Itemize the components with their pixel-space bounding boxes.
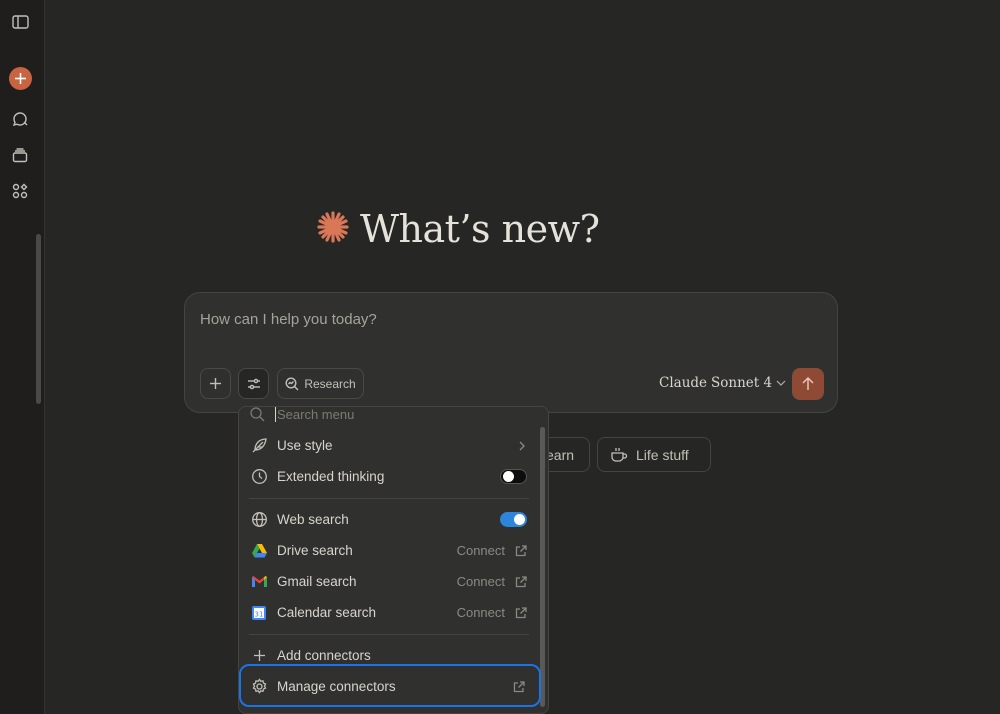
projects-icon[interactable] — [8, 143, 32, 167]
chats-icon[interactable] — [8, 107, 32, 131]
connect-link[interactable]: Connect — [457, 597, 527, 628]
feather-icon — [250, 437, 268, 455]
connect-label: Connect — [456, 574, 505, 589]
plus-icon — [210, 378, 221, 389]
research-label: Research — [304, 376, 356, 391]
menu-item-web-search[interactable]: Web search — [239, 504, 539, 535]
menu-search[interactable]: Search menu — [249, 407, 354, 425]
model-brand: Claude — [659, 375, 708, 391]
menu-item-label: Drive search — [277, 543, 353, 558]
external-link-icon — [515, 544, 527, 556]
menu-item-label: Calendar search — [277, 605, 377, 620]
menu-item-label: Use style — [277, 438, 333, 453]
arrow-up-icon — [802, 377, 814, 390]
artifacts-icon[interactable] — [8, 179, 32, 203]
menu-divider — [249, 498, 529, 499]
menu-item-drive-search[interactable]: Drive search Connect — [239, 535, 539, 566]
search-icon — [250, 407, 265, 422]
send-button[interactable] — [792, 368, 824, 400]
research-icon — [285, 376, 299, 390]
model-name: Sonnet 4 — [711, 375, 773, 391]
connect-link[interactable]: Connect — [457, 566, 527, 597]
page-title: What’s new? — [360, 207, 600, 251]
prompt-input[interactable]: How can I help you today? — [200, 311, 377, 328]
sliders-icon — [247, 378, 260, 389]
connect-label: Connect — [456, 605, 505, 620]
gmail-icon — [250, 573, 268, 591]
chevron-right-icon — [519, 430, 525, 461]
chevron-down-icon — [776, 380, 786, 386]
menu-item-extended-thinking[interactable]: Extended thinking — [239, 461, 539, 492]
menu-item-use-style[interactable]: Use style — [239, 430, 539, 461]
sidebar-scrollbar[interactable] — [36, 234, 41, 404]
external-link-icon — [515, 575, 527, 587]
google-drive-icon — [250, 542, 268, 560]
model-selector[interactable]: Claude Sonnet 4 — [659, 375, 786, 391]
menu-item-label: Add connectors — [277, 648, 371, 663]
sidebar — [0, 0, 45, 714]
menu-item-gmail-search[interactable]: Gmail search Connect — [239, 566, 539, 597]
menu-item-calendar-search[interactable]: 31 Calendar search Connect — [239, 597, 539, 628]
claude-logo-icon — [316, 210, 350, 249]
menu-item-label: Extended thinking — [277, 469, 385, 484]
connect-link[interactable]: Connect — [457, 535, 527, 566]
globe-icon — [250, 511, 268, 529]
external-link-icon — [515, 606, 527, 618]
menu-search-input[interactable]: Search menu — [275, 407, 354, 422]
menu-scrollbar[interactable] — [540, 427, 545, 707]
research-button[interactable]: Research — [277, 368, 364, 399]
google-calendar-icon: 31 — [250, 604, 268, 622]
chip-label: earn — [546, 446, 575, 463]
menu-item-label: Web search — [277, 512, 349, 527]
add-content-button[interactable] — [200, 368, 231, 399]
chip-label: Life stuff — [636, 446, 689, 463]
plus-icon — [250, 647, 268, 665]
tools-button[interactable] — [238, 368, 269, 399]
toggle-sidebar-icon[interactable] — [8, 10, 32, 34]
connect-label: Connect — [456, 543, 505, 558]
menu-item-label: Gmail search — [277, 574, 357, 589]
greeting: What’s new? — [316, 203, 600, 255]
web-search-toggle[interactable] — [500, 512, 527, 527]
svg-text:31: 31 — [255, 610, 264, 618]
prompt-box: How can I help you today? Research Claud… — [184, 292, 838, 413]
extended-thinking-toggle[interactable] — [500, 469, 527, 484]
manage-connectors-highlight — [239, 664, 541, 707]
new-chat-button[interactable] — [9, 67, 32, 90]
menu-divider — [249, 634, 529, 635]
chip-life-stuff[interactable]: Life stuff — [597, 437, 711, 472]
coffee-icon — [611, 447, 628, 462]
clock-icon — [250, 468, 268, 486]
